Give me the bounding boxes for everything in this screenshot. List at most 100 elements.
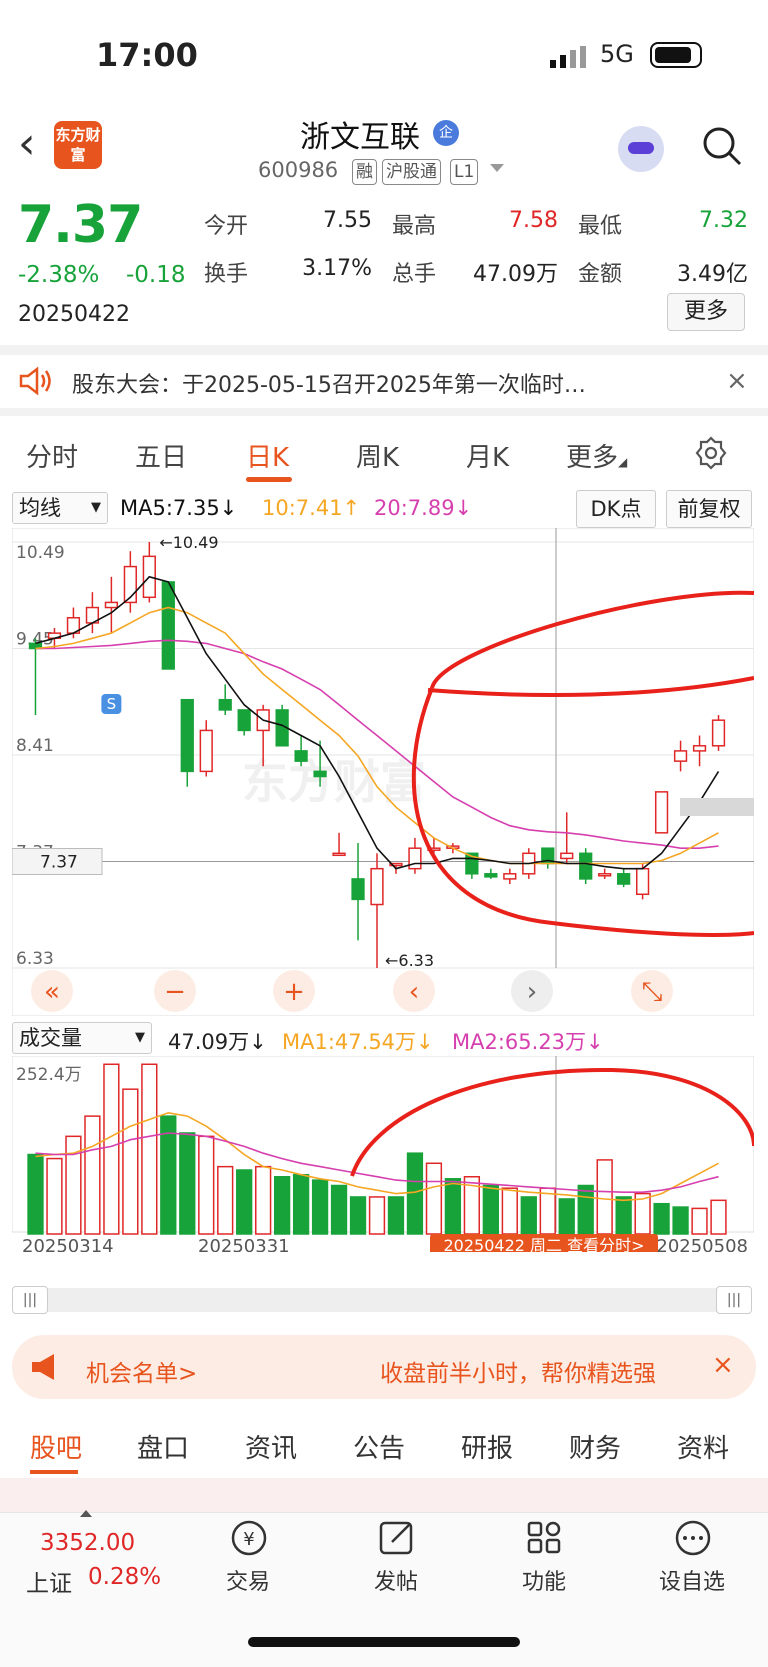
tab-profile[interactable]: 资料 (677, 1428, 729, 1465)
open-value: 7.55 (323, 208, 372, 233)
divider (0, 408, 768, 416)
tab-announcements[interactable]: 公告 (353, 1428, 405, 1465)
low-label: 最低 (578, 214, 623, 239)
dk-point-button[interactable]: DK点 (576, 490, 656, 528)
chart-nav-glyph: ‹ (409, 977, 419, 1007)
amount-label: 金额 (578, 262, 623, 287)
indicator-select[interactable]: 均线 ▼ (12, 492, 108, 524)
chart-nav-glyph: ⤡ (642, 977, 663, 1007)
volume-bar (577, 1184, 594, 1235)
candle-body (635, 867, 650, 896)
low-value: 7.32 (699, 208, 748, 233)
chevron-down-icon[interactable] (490, 164, 504, 172)
add-watchlist-icon[interactable] (672, 1518, 714, 1558)
stock-name: 浙文互联 (300, 120, 420, 155)
candle-body (673, 750, 688, 762)
volume-y-max: 252.4万 (16, 1065, 82, 1085)
candle-body (654, 791, 669, 834)
date-tooltip: 20250422 周二 查看分时> (443, 1236, 644, 1252)
amount-value: 3.49亿 (677, 262, 748, 287)
index-name[interactable]: 上证 (26, 1564, 72, 1598)
gear-icon[interactable] (694, 436, 728, 470)
index-value[interactable]: 3352.00 (40, 1530, 135, 1556)
volume-bar (520, 1196, 537, 1235)
trade-icon[interactable]: ¥ (228, 1518, 270, 1558)
scroll-handle-left[interactable]: ||| (12, 1286, 48, 1314)
candle-body (294, 750, 308, 762)
more-quote-button[interactable]: 更多 (667, 293, 745, 331)
kline-chart[interactable]: 10.499.458.417.376.33东方财富←10.49←6.337.37… (12, 528, 754, 1016)
post-icon[interactable] (376, 1518, 418, 1558)
candle-body (161, 581, 175, 670)
tab-intraday[interactable]: 分时 (26, 437, 78, 474)
tab-more[interactable]: 更多◢ (566, 437, 627, 474)
volume-bar (141, 1063, 158, 1235)
back-button[interactable]: ‹ (18, 122, 48, 166)
candle-body (237, 709, 251, 732)
tab-finance[interactable]: 财务 (569, 1428, 621, 1465)
expand-up-icon[interactable] (80, 1510, 92, 1517)
adjust-price-button[interactable]: 前复权 (666, 490, 752, 528)
home-indicator (248, 1637, 520, 1647)
date-label: 20250314 (22, 1236, 114, 1252)
tag-margin: 融 (352, 159, 377, 185)
nav-trade[interactable]: 交易 (198, 1564, 298, 1596)
tab-monthly-k[interactable]: 月K (466, 437, 509, 474)
function-icon[interactable] (524, 1518, 566, 1558)
volume-bar (292, 1173, 310, 1235)
volume-bar (46, 1157, 63, 1235)
bottom-tab-indicator (30, 1470, 78, 1474)
volume-bar (27, 1153, 44, 1235)
candle-body (370, 867, 384, 906)
volume-indicator-select[interactable]: 成交量 ▼ (12, 1022, 152, 1054)
volume-bar (406, 1152, 424, 1235)
candle-body (617, 873, 631, 885)
low-marker: ←6.33 (385, 951, 434, 970)
assistant-robot-icon[interactable] (618, 126, 664, 172)
volume-bar (122, 1088, 139, 1235)
tab-five-day[interactable]: 五日 (135, 437, 187, 474)
candle-body (104, 601, 119, 609)
banner-left-text[interactable]: 机会名单> (86, 1354, 197, 1388)
volume-bar (255, 1165, 272, 1235)
tab-weekly-k[interactable]: 周K (356, 437, 399, 474)
chart-nav-glyph: « (44, 977, 60, 1007)
app-logo: 东方财富 (54, 121, 102, 169)
network-label: 5G (600, 40, 634, 68)
chart-nav-glyph: + (283, 977, 305, 1007)
chart-scrollbar[interactable] (12, 1288, 752, 1312)
volume-chart[interactable]: 252.4万 20250314 20250331 20250508 20250422 周… (12, 1056, 754, 1252)
tab-daily-k[interactable]: 日K (246, 437, 289, 474)
price-label: 7.37 (40, 853, 78, 873)
overlay-band (680, 798, 754, 816)
volume-label: 总手 (392, 262, 437, 287)
nav-watchlist[interactable]: 设自选 (642, 1564, 742, 1596)
tab-forum[interactable]: 股吧 (30, 1428, 82, 1465)
change-percent: -2.38% (18, 262, 100, 288)
candle-body (332, 852, 346, 857)
turnover-value: 3.17% (302, 256, 372, 281)
y-axis-label: 8.41 (16, 736, 54, 756)
nav-function[interactable]: 功能 (494, 1564, 594, 1596)
stock-code: 600986 (258, 158, 339, 182)
banner-right-text[interactable]: 收盘前半小时，帮你精选强 (380, 1354, 656, 1388)
tab-news[interactable]: 资讯 (245, 1428, 297, 1465)
search-icon[interactable] (702, 126, 742, 166)
watermark: 东方财富 (242, 755, 426, 809)
volume-bar (236, 1169, 253, 1235)
tab-handicap[interactable]: 盘口 (137, 1428, 189, 1465)
enterprise-badge: 企 (433, 120, 459, 146)
scroll-handle-right[interactable]: ||| (716, 1286, 752, 1314)
chart-nav-glyph: › (527, 977, 537, 1007)
volume-bar (596, 1159, 613, 1235)
tab-research[interactable]: 研报 (461, 1428, 513, 1465)
candle-body (408, 847, 422, 870)
banner-close-icon[interactable]: × (712, 1350, 734, 1380)
index-change[interactable]: 0.28% (88, 1564, 161, 1590)
volume-bar (691, 1207, 708, 1235)
nav-post[interactable]: 发帖 (346, 1564, 446, 1596)
volume-bar (425, 1162, 443, 1235)
candle-body (711, 719, 726, 747)
notice-text[interactable]: 股东大会：于2025-05-15召开2025年第一次临时… (72, 367, 586, 399)
notice-close-icon[interactable]: × (726, 366, 748, 396)
